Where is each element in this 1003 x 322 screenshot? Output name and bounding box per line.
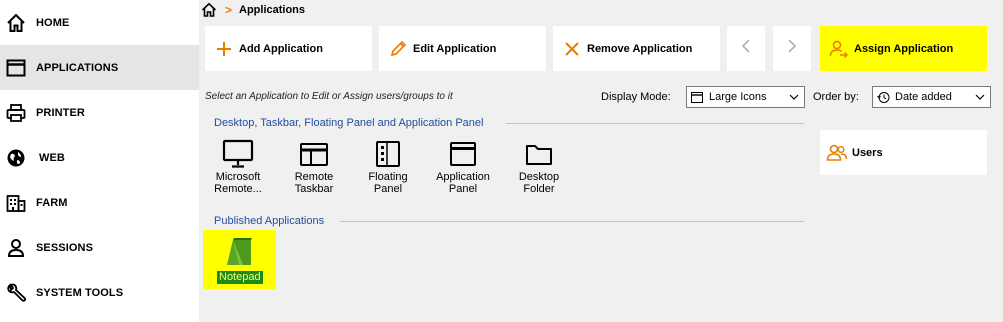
app-microsoft-remote[interactable]: Microsoft Remote... [203, 137, 273, 195]
display-mode-select[interactable]: Large Icons [686, 86, 805, 108]
app-desktop-folder[interactable]: Desktop Folder [504, 137, 574, 195]
printer-icon [5, 102, 27, 124]
chevron-down-icon [788, 91, 800, 103]
sidebar-item-label: APPLICATIONS [36, 61, 119, 74]
folder-icon [504, 137, 574, 171]
user-icon [5, 237, 27, 259]
sidebar-item-printer[interactable]: PRINTER [0, 90, 199, 135]
window-icon [691, 90, 705, 104]
sidebar-item-label: WEB [39, 151, 65, 164]
home-icon[interactable] [201, 2, 217, 18]
app-label: Desktop Folder [518, 171, 560, 195]
group-title-published: Published Applications [214, 215, 325, 227]
order-by-label: Order by: [813, 91, 859, 103]
group-title-desktop: Desktop, Taskbar, Floating Panel and App… [214, 117, 484, 129]
chevron-right-icon [787, 39, 797, 58]
sidebar-item-web[interactable]: WEB [0, 135, 199, 180]
breadcrumb-current: Applications [239, 4, 306, 16]
users-button[interactable]: Users [820, 130, 987, 175]
sidebar-item-applications[interactable]: APPLICATIONS [0, 45, 199, 90]
app-label: Notepad [217, 271, 263, 284]
app-label: Application Panel [436, 171, 490, 195]
sidebar-item-label: FARM [36, 196, 68, 209]
window-icon [5, 57, 27, 79]
users-icon [826, 142, 848, 164]
app-notepad[interactable]: Notepad [203, 230, 276, 289]
home-icon [5, 12, 27, 34]
add-application-button[interactable]: Add Application [205, 26, 372, 71]
main-panel: > Applications Add Application Edit Appl… [199, 0, 1003, 322]
sidebar-item-system-tools[interactable]: SYSTEM TOOLS [0, 270, 199, 315]
assign-user-icon [828, 38, 850, 60]
next-button[interactable] [773, 26, 811, 71]
app-label: Microsoft Remote... [214, 171, 262, 195]
sidebar-item-label: SESSIONS [36, 241, 94, 254]
wrench-icon [5, 282, 27, 304]
pencil-icon [387, 38, 409, 60]
notepad-icon [221, 235, 257, 269]
sidebar-item-label: PRINTER [36, 106, 85, 119]
building-icon [5, 192, 27, 214]
order-by-select[interactable]: Date added [872, 86, 991, 108]
close-icon [561, 38, 583, 60]
sidebar-item-label: HOME [36, 16, 70, 29]
app-label: Remote Taskbar [294, 171, 334, 195]
taskbar-icon [279, 137, 349, 171]
monitor-icon [203, 137, 273, 171]
sidebar-item-label: SYSTEM TOOLS [36, 286, 124, 299]
edit-application-button[interactable]: Edit Application [379, 26, 546, 71]
history-icon [877, 90, 891, 104]
display-mode-label: Display Mode: [601, 91, 671, 103]
previous-button[interactable] [727, 26, 765, 71]
sidebar-item-farm[interactable]: FARM [0, 180, 199, 225]
app-floating-panel[interactable]: Floating Panel [353, 137, 423, 195]
application-panel-icon [428, 137, 498, 171]
app-remote-taskbar[interactable]: Remote Taskbar [279, 137, 349, 195]
group-divider [340, 221, 804, 222]
breadcrumb-separator: > [225, 3, 233, 17]
instruction-text: Select an Application to Edit or Assign … [205, 91, 453, 102]
chevron-left-icon [741, 39, 751, 58]
sidebar: HOME APPLICATIONS PRINTER WEB FARM SESSI… [0, 0, 199, 322]
group-divider [506, 123, 804, 124]
app-label: Floating Panel [368, 171, 408, 195]
plus-icon [213, 38, 235, 60]
remove-application-button[interactable]: Remove Application [553, 26, 720, 71]
sidebar-item-sessions[interactable]: SESSIONS [0, 225, 199, 270]
sidebar-item-home[interactable]: HOME [0, 0, 199, 45]
chevron-down-icon [974, 91, 986, 103]
globe-icon [5, 147, 27, 169]
assign-application-button[interactable]: Assign Application [820, 26, 987, 71]
breadcrumb: > Applications [201, 2, 305, 18]
floating-panel-icon [353, 137, 423, 171]
app-application-panel[interactable]: Application Panel [428, 137, 498, 195]
